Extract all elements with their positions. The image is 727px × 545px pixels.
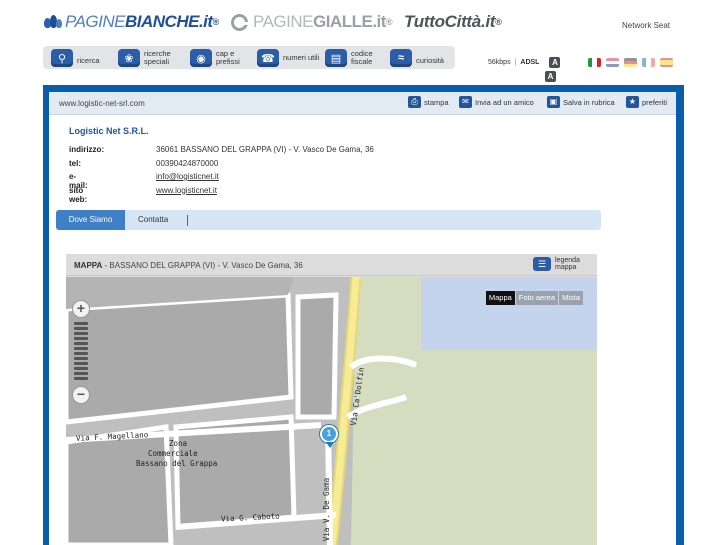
paginegialle-logo[interactable]: PAGINE GIALLE .it ® [231,12,393,32]
language-flags [588,58,673,67]
main-nav: ⚲ ricerca ❀ ricerche speciali ◉ cap e pr… [43,46,455,69]
zoom-slider[interactable] [74,322,88,382]
folder-icon: ▣ [547,96,560,108]
spring-icon: ≈ [390,49,412,67]
printer-icon: ⎙ [408,96,421,108]
zone-label-3: Bassano del Grappa [136,459,218,468]
email-link[interactable]: info@logisticnet.it [156,172,219,181]
nav-item-numeri-utili[interactable]: ☎ numeri utili [257,48,323,68]
tab-contatta[interactable]: Contatta [138,210,168,230]
flag-fr-icon[interactable] [642,58,655,67]
tab-dove-siamo[interactable]: Dove Siamo [56,210,125,230]
brand-bar: PAGINE BIANCHE .it ® PAGINE GIALLE .it ® Tutto… [0,0,727,44]
favorites-button[interactable]: ★ preferiti [626,96,667,108]
map-box: MAPPA - BASSANO DEL GRAPPA (VI) - V. Vas… [66,254,597,545]
street-label-de-gama: Via V. De Gama [322,477,332,542]
company-name: Logistic Net S.R.L. [69,126,149,136]
url-bar: www.logistic-net-srl.com ⎙ stampa ✉ Invi… [49,92,676,115]
map-type-selector: Mappa Foto aerea Mista [485,291,583,305]
flag-de-icon[interactable] [624,58,637,67]
nav-item-curiosita[interactable]: ≈ curiosità [390,48,456,68]
flag-en-icon[interactable] [606,58,619,67]
tuttocitta-logo[interactable]: TuttoCittà .it ® [404,12,502,32]
content-frame: www.logistic-net-srl.com ⎙ stampa ✉ Invi… [43,85,684,545]
send-to-friend-button[interactable]: ✉ Invia ad un amico [459,96,534,108]
phone-icon: ☎ [257,49,279,67]
detail-tabs: Dove Siamo Contatta [56,210,601,230]
map-canvas[interactable]: Mappa Foto aerea Mista + − 1 Via F. Mage… [66,277,597,545]
zone-label-1: Zona [169,439,188,448]
map-marker-pin[interactable]: 1 [320,425,338,443]
speed-adsl[interactable]: ADSL [520,59,539,66]
print-button[interactable]: ⎙ stampa [408,96,449,108]
map-type-mappa[interactable]: Mappa [485,291,515,305]
zoom-out-button[interactable]: − [72,386,90,404]
card-icon: ▤ [325,49,347,67]
paginegialle-g-icon [231,13,248,31]
map-header: MAPPA - BASSANO DEL GRAPPA (VI) - V. Vas… [66,254,597,276]
star-icon: ★ [626,96,639,108]
nav-item-cap-prefissi[interactable]: ◉ cap e prefissi [190,48,256,68]
search-icon: ⚲ [51,49,73,67]
flag-it-icon[interactable] [588,58,601,67]
save-contact-button[interactable]: ▣ Salva in rubrica [547,96,615,108]
nav-item-ricerche-speciali[interactable]: ❀ ricerche speciali [118,48,184,68]
clover-icon: ❀ [118,49,140,67]
flag-es-icon[interactable] [660,58,673,67]
website-link[interactable]: www.logisticnet.it [156,186,217,195]
zone-label-2: Commerciale [148,449,198,458]
list-icon: ☰ [533,257,551,271]
content-panel: www.logistic-net-srl.com ⎙ stampa ✉ Invi… [49,92,676,545]
zoom-control: + − [70,297,92,407]
nav-item-ricerca[interactable]: ⚲ ricerca [51,48,117,68]
map-legend-button[interactable]: ☰ legenda mappa [533,257,589,271]
zoom-in-button[interactable]: + [72,300,90,318]
paginebianche-mark-icon [44,14,62,30]
globe-icon: ◉ [190,49,212,67]
network-seat-link[interactable]: Network Seat [622,21,670,30]
text-size-b-button[interactable]: A [545,71,556,82]
connection-speed: 56kbps | ADSL A [488,57,561,68]
map-type-foto-aerea[interactable]: Foto aerea [515,291,559,305]
map-type-mista[interactable]: Mista [559,291,583,305]
envelope-icon: ✉ [459,96,472,108]
map-drawing [66,277,597,545]
company-url[interactable]: www.logistic-net-srl.com [59,99,145,108]
paginebianche-logo[interactable]: PAGINE BIANCHE .it ® [44,12,219,32]
map-title: MAPPA - BASSANO DEL GRAPPA (VI) - V. Vas… [74,261,303,270]
text-size-a-button[interactable]: A [549,57,561,68]
nav-item-codice-fiscale[interactable]: ▤ codice fiscale [325,48,391,68]
speed-56kbps[interactable]: 56kbps [488,59,511,66]
